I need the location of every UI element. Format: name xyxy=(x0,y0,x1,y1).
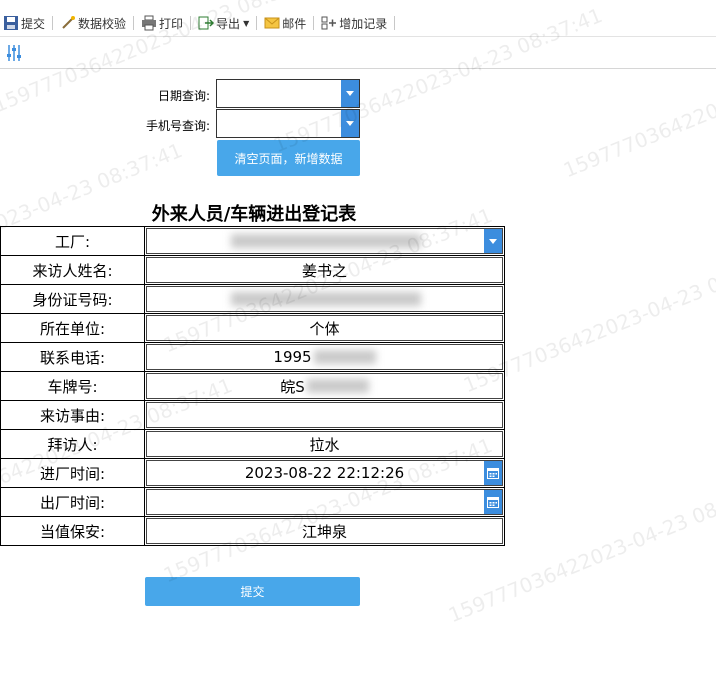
mail-button[interactable]: 邮件 xyxy=(261,12,309,34)
field-value: 皖S xyxy=(280,377,305,396)
form-row: 当值保安: 江坤泉 xyxy=(0,516,505,546)
field-label: 来访人姓名: xyxy=(0,255,145,285)
field-cell xyxy=(144,226,505,256)
secondary-toolbar xyxy=(0,37,716,69)
form-row: 来访人姓名: 姜书之 xyxy=(0,255,505,285)
toolbar-divider xyxy=(394,16,396,30)
toolbar-divider xyxy=(190,16,192,30)
field-label: 工厂: xyxy=(0,226,145,256)
magic-wand-icon xyxy=(62,16,76,29)
field-cell xyxy=(144,400,505,430)
text-input[interactable]: 拉水 xyxy=(146,431,503,457)
toolbar: 提交 数据校验 打印 导出 ▼ 邮件 增加记录 xyxy=(0,10,716,37)
printer-icon xyxy=(142,15,157,31)
field-value: 1995 xyxy=(273,348,312,366)
field-value: 个体 xyxy=(309,319,340,338)
text-input[interactable] xyxy=(146,286,503,312)
registration-form-table: 工厂: 来访人姓名: 姜书之身份证号码: 所在单位: 个体联系电话: 1995 车牌号: 皖S… xyxy=(0,226,505,546)
field-label: 来访事由: xyxy=(0,400,145,430)
field-label: 车牌号: xyxy=(0,371,145,401)
text-input[interactable]: 江坤泉 xyxy=(146,518,503,544)
phone-query-label: 手机号查询: xyxy=(145,119,210,133)
form-title: 外来人员/车辆进出登记表 xyxy=(151,204,357,225)
field-cell: 江坤泉 xyxy=(144,516,505,546)
add-row-icon xyxy=(321,16,337,30)
save-icon xyxy=(4,16,18,30)
caret-down-icon: ▼ xyxy=(243,18,250,28)
form-row: 车牌号: 皖S xyxy=(0,371,505,401)
text-input[interactable]: 姜书之 xyxy=(146,257,503,283)
field-label: 身份证号码: xyxy=(0,284,145,314)
field-value: 拉水 xyxy=(309,435,340,454)
field-cell xyxy=(144,284,505,314)
form-row: 拜访人: 拉水 xyxy=(0,429,505,459)
print-button[interactable]: 打印 xyxy=(138,12,186,34)
dropdown-arrow-icon[interactable] xyxy=(341,80,359,107)
toolbar-divider xyxy=(52,16,54,30)
redacted-area xyxy=(230,234,421,248)
field-cell: 个体 xyxy=(144,313,505,343)
envelope-icon xyxy=(264,17,280,29)
datetime-input[interactable]: 2023-08-22 22:12:26 xyxy=(146,460,503,486)
form-row: 出厂时间: xyxy=(0,487,505,517)
form-row: 工厂: xyxy=(0,226,505,256)
form-submit-button[interactable]: 提交 xyxy=(145,577,360,606)
phone-query-combo[interactable] xyxy=(216,109,360,138)
text-input[interactable]: 1995 xyxy=(146,344,503,370)
submit-toolbar-button[interactable]: 提交 xyxy=(0,12,48,34)
form-row: 所在单位: 个体 xyxy=(0,313,505,343)
toolbar-divider xyxy=(313,16,315,30)
toolbar-divider xyxy=(256,16,258,30)
field-value: 姜书之 xyxy=(301,261,347,280)
form-row: 来访事由: xyxy=(0,400,505,430)
redacted-area xyxy=(230,292,421,306)
export-icon xyxy=(198,16,215,30)
add-record-button[interactable]: 增加记录 xyxy=(318,12,390,34)
form-row: 联系电话: 1995 xyxy=(0,342,505,372)
text-input[interactable]: 皖S xyxy=(146,373,503,399)
field-label: 联系电话: xyxy=(0,342,145,372)
redacted-area xyxy=(313,350,376,364)
clear-new-button[interactable]: 清空页面，新增数据 xyxy=(217,140,360,176)
field-label: 出厂时间: xyxy=(0,487,145,517)
sliders-icon[interactable] xyxy=(4,43,24,63)
field-value: 江坤泉 xyxy=(301,522,347,541)
field-label: 当值保安: xyxy=(0,516,145,546)
toolbar-divider xyxy=(133,16,135,30)
mail-label: 邮件 xyxy=(282,16,307,31)
validate-label: 数据校验 xyxy=(78,16,127,31)
field-label: 所在单位: xyxy=(0,313,145,343)
dropdown-arrow-icon[interactable] xyxy=(341,110,359,137)
field-cell: 姜书之 xyxy=(144,255,505,285)
validate-button[interactable]: 数据校验 xyxy=(57,12,129,34)
field-cell: 皖S xyxy=(144,371,505,401)
datetime-input[interactable] xyxy=(146,489,503,515)
field-cell: 2023-08-22 22:12:26 xyxy=(144,458,505,488)
text-input[interactable] xyxy=(146,402,503,428)
dropdown-arrow-icon[interactable] xyxy=(484,229,502,253)
form-row: 进厂时间: 2023-08-22 22:12:26 xyxy=(0,458,505,488)
field-value: 2023-08-22 22:12:26 xyxy=(244,464,405,482)
field-cell: 1995 xyxy=(144,342,505,372)
submit-toolbar-label: 提交 xyxy=(21,16,46,31)
text-input[interactable]: 个体 xyxy=(146,315,503,341)
field-label: 进厂时间: xyxy=(0,458,145,488)
export-label: 导出 xyxy=(216,16,241,31)
calendar-icon[interactable] xyxy=(484,490,502,514)
field-cell: 拉水 xyxy=(144,429,505,459)
export-button[interactable]: 导出 ▼ xyxy=(195,12,252,34)
date-query-label: 日期查询: xyxy=(157,89,210,103)
redacted-area xyxy=(306,379,369,393)
calendar-icon[interactable] xyxy=(484,461,502,485)
form-row: 身份证号码: xyxy=(0,284,505,314)
field-label: 拜访人: xyxy=(0,429,145,459)
field-cell xyxy=(144,487,505,517)
factory-select[interactable] xyxy=(146,228,503,254)
print-label: 打印 xyxy=(159,16,184,31)
date-query-combo[interactable] xyxy=(216,79,360,108)
add-record-label: 增加记录 xyxy=(339,16,388,31)
